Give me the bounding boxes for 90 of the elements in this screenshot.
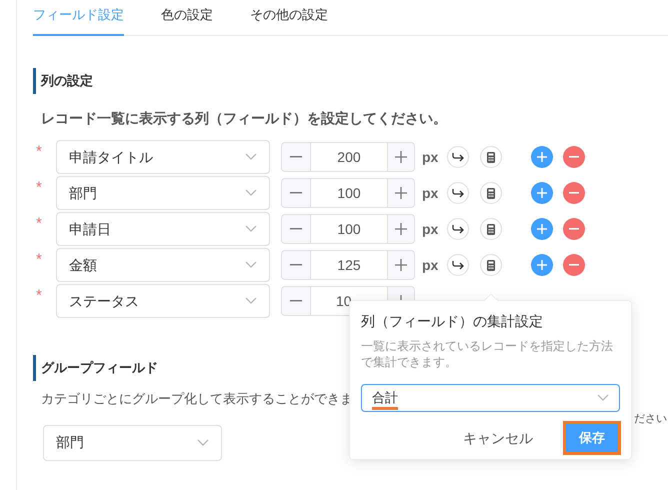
- decrement-button[interactable]: [282, 251, 311, 279]
- remove-row-button[interactable]: [563, 218, 586, 240]
- plus-icon: [537, 224, 548, 234]
- required-mark: *: [35, 178, 43, 198]
- plus-icon: [394, 223, 407, 235]
- plus-icon: [394, 187, 407, 199]
- field-select[interactable]: 金額: [56, 248, 270, 282]
- plus-icon: [537, 152, 548, 162]
- minus-icon: [290, 156, 302, 158]
- field-select[interactable]: ステータス: [56, 284, 270, 318]
- popover-description: 一覧に表示されているレコードを指定した方法で集計できます。: [361, 338, 614, 370]
- calculator-button[interactable]: [480, 146, 502, 168]
- unit-label: px: [422, 148, 438, 167]
- section-title: グループフィールド: [41, 359, 158, 378]
- return-arrow-icon: [452, 260, 464, 270]
- minus-icon: [569, 228, 580, 230]
- required-mark: *: [35, 250, 43, 270]
- section-description: ださい: [634, 412, 667, 427]
- increment-button[interactable]: [386, 215, 414, 243]
- return-arrow-icon: [452, 152, 464, 162]
- width-input[interactable]: 100: [310, 179, 387, 207]
- cancel-button[interactable]: キャンセル: [463, 428, 533, 448]
- plus-icon: [537, 260, 548, 270]
- decrement-button[interactable]: [282, 287, 311, 315]
- tab[interactable]: 色の設定: [161, 4, 213, 36]
- decrement-button[interactable]: [282, 143, 311, 171]
- unit-label: px: [422, 220, 438, 239]
- selected-value: 合計: [372, 386, 398, 410]
- width-input[interactable]: 125: [310, 251, 387, 279]
- chevron-down-icon: [597, 394, 609, 402]
- add-row-button[interactable]: [531, 254, 554, 276]
- increment-button[interactable]: [386, 143, 414, 171]
- minus-icon: [290, 264, 302, 266]
- calculator-icon: [487, 152, 496, 162]
- decrement-button[interactable]: [282, 215, 311, 243]
- remove-row-button[interactable]: [563, 182, 586, 204]
- remove-row-button[interactable]: [563, 146, 586, 168]
- minus-icon: [569, 192, 580, 194]
- decrement-button[interactable]: [282, 179, 311, 207]
- calculator-button[interactable]: [480, 182, 502, 204]
- section-title: 列の設定: [41, 72, 93, 90]
- minus-icon: [569, 156, 580, 158]
- plus-icon: [394, 151, 407, 163]
- section-description: レコード一覧に表示する列（フィールド）を設定してください。: [41, 109, 448, 128]
- chevron-down-icon: [197, 438, 209, 446]
- width-input[interactable]: 200: [310, 143, 387, 171]
- unit-label: px: [422, 256, 438, 275]
- width-stepper[interactable]: 200: [281, 142, 415, 172]
- increment-button[interactable]: [386, 179, 414, 207]
- remove-row-button[interactable]: [563, 254, 586, 276]
- width-stepper[interactable]: 100: [281, 214, 415, 244]
- chevron-down-icon: [245, 189, 257, 197]
- wrap-button[interactable]: [447, 182, 470, 204]
- field-select[interactable]: 申請日: [56, 212, 270, 246]
- chevron-down-icon: [245, 261, 257, 269]
- add-row-button[interactable]: [531, 218, 554, 240]
- unit-label: px: [422, 184, 438, 203]
- required-mark: *: [35, 214, 43, 234]
- add-row-button[interactable]: [531, 182, 554, 204]
- wrap-button[interactable]: [447, 146, 470, 168]
- increment-button[interactable]: [386, 251, 414, 279]
- plus-icon: [537, 188, 548, 198]
- field-select[interactable]: 申請タイトル: [56, 140, 270, 174]
- width-stepper[interactable]: 125: [281, 250, 415, 280]
- chevron-down-icon: [245, 153, 257, 161]
- calculator-icon: [487, 260, 496, 270]
- calculator-icon: [487, 188, 496, 198]
- minus-icon: [290, 300, 302, 302]
- minus-icon: [290, 192, 302, 194]
- plus-icon: [394, 259, 407, 271]
- wrap-button[interactable]: [447, 218, 470, 240]
- minus-icon: [569, 264, 580, 266]
- return-arrow-icon: [452, 188, 464, 198]
- return-arrow-icon: [452, 224, 464, 234]
- aggregation-select[interactable]: 合計: [361, 384, 620, 412]
- add-row-button[interactable]: [531, 146, 554, 168]
- required-mark: *: [35, 286, 43, 306]
- width-input[interactable]: 100: [310, 215, 387, 243]
- width-stepper[interactable]: 100: [281, 178, 415, 208]
- wrap-button[interactable]: [447, 254, 470, 276]
- calculator-button[interactable]: [480, 218, 502, 240]
- field-select[interactable]: 部門: [56, 176, 270, 210]
- calculator-icon: [487, 224, 496, 234]
- group-field-select[interactable]: 部門: [43, 424, 222, 460]
- required-mark: *: [35, 142, 43, 162]
- minus-icon: [290, 228, 302, 230]
- chevron-down-icon: [245, 297, 257, 305]
- chevron-down-icon: [245, 225, 257, 233]
- calculator-button[interactable]: [480, 254, 502, 276]
- tab[interactable]: その他の設定: [250, 4, 328, 36]
